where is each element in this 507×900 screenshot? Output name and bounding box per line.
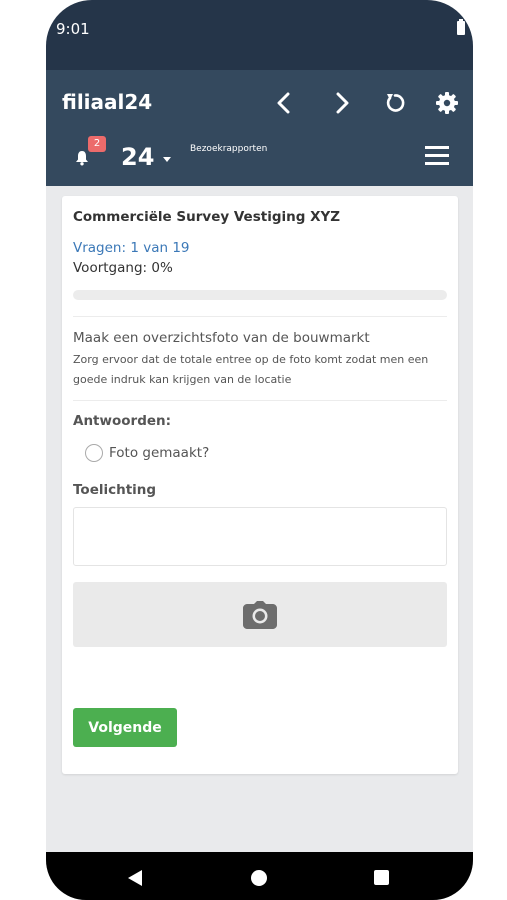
- status-bar: 9:01: [46, 0, 473, 70]
- survey-card: Commerciële Survey Vestiging XYZ Vragen:…: [62, 196, 458, 774]
- back-icon[interactable]: [128, 870, 142, 886]
- previous-button[interactable]: [269, 88, 299, 118]
- phone-screen: 9:01 filiaal24 2 24 Bezoekrapporten Comm…: [46, 0, 473, 900]
- refresh-icon: [386, 94, 405, 112]
- bell-icon: [76, 151, 88, 166]
- survey-title: Commerciële Survey Vestiging XYZ: [73, 209, 341, 225]
- next-button[interactable]: Volgende: [73, 708, 177, 747]
- notifications-button[interactable]: [74, 150, 90, 170]
- divider: [73, 400, 447, 401]
- battery-icon: [457, 19, 465, 35]
- progress-bar: [73, 290, 447, 300]
- camera-icon: [243, 600, 277, 629]
- app-title: filiaal24: [62, 90, 153, 114]
- app-header: filiaal24 2 24 Bezoekrapporten: [46, 70, 473, 186]
- next-question-button[interactable]: [327, 88, 357, 118]
- status-time: 9:01: [56, 20, 90, 38]
- recent-apps-icon[interactable]: [374, 870, 389, 885]
- visit-count[interactable]: 24: [121, 143, 154, 171]
- answers-label: Antwoorden:: [73, 413, 172, 429]
- android-nav-bar: [46, 852, 473, 900]
- comment-field[interactable]: [73, 507, 447, 566]
- chevron-right-icon: [336, 92, 349, 114]
- header-subtitle: Bezoekrapporten: [190, 144, 268, 154]
- question-description: Zorg ervoor dat de totale entree op de f…: [73, 353, 429, 386]
- comment-label: Toelichting: [73, 482, 157, 498]
- take-photo-button[interactable]: [73, 582, 447, 647]
- gear-icon: [436, 92, 458, 114]
- notification-badge: 2: [88, 136, 106, 152]
- refresh-button[interactable]: [380, 88, 410, 118]
- answer-radio[interactable]: [85, 444, 103, 462]
- answer-option-label[interactable]: Foto gemaakt?: [109, 445, 209, 461]
- question-title: Maak een overzichtsfoto van de bouwmarkt: [73, 330, 370, 346]
- progress-text: Voortgang: 0%: [73, 260, 173, 276]
- menu-icon[interactable]: [425, 146, 449, 166]
- chevron-left-icon: [277, 92, 290, 114]
- caret-down-icon[interactable]: [163, 157, 171, 162]
- home-icon[interactable]: [251, 870, 267, 886]
- settings-button[interactable]: [432, 88, 462, 118]
- question-counter: Vragen: 1 van 19: [73, 240, 190, 256]
- divider: [73, 316, 447, 317]
